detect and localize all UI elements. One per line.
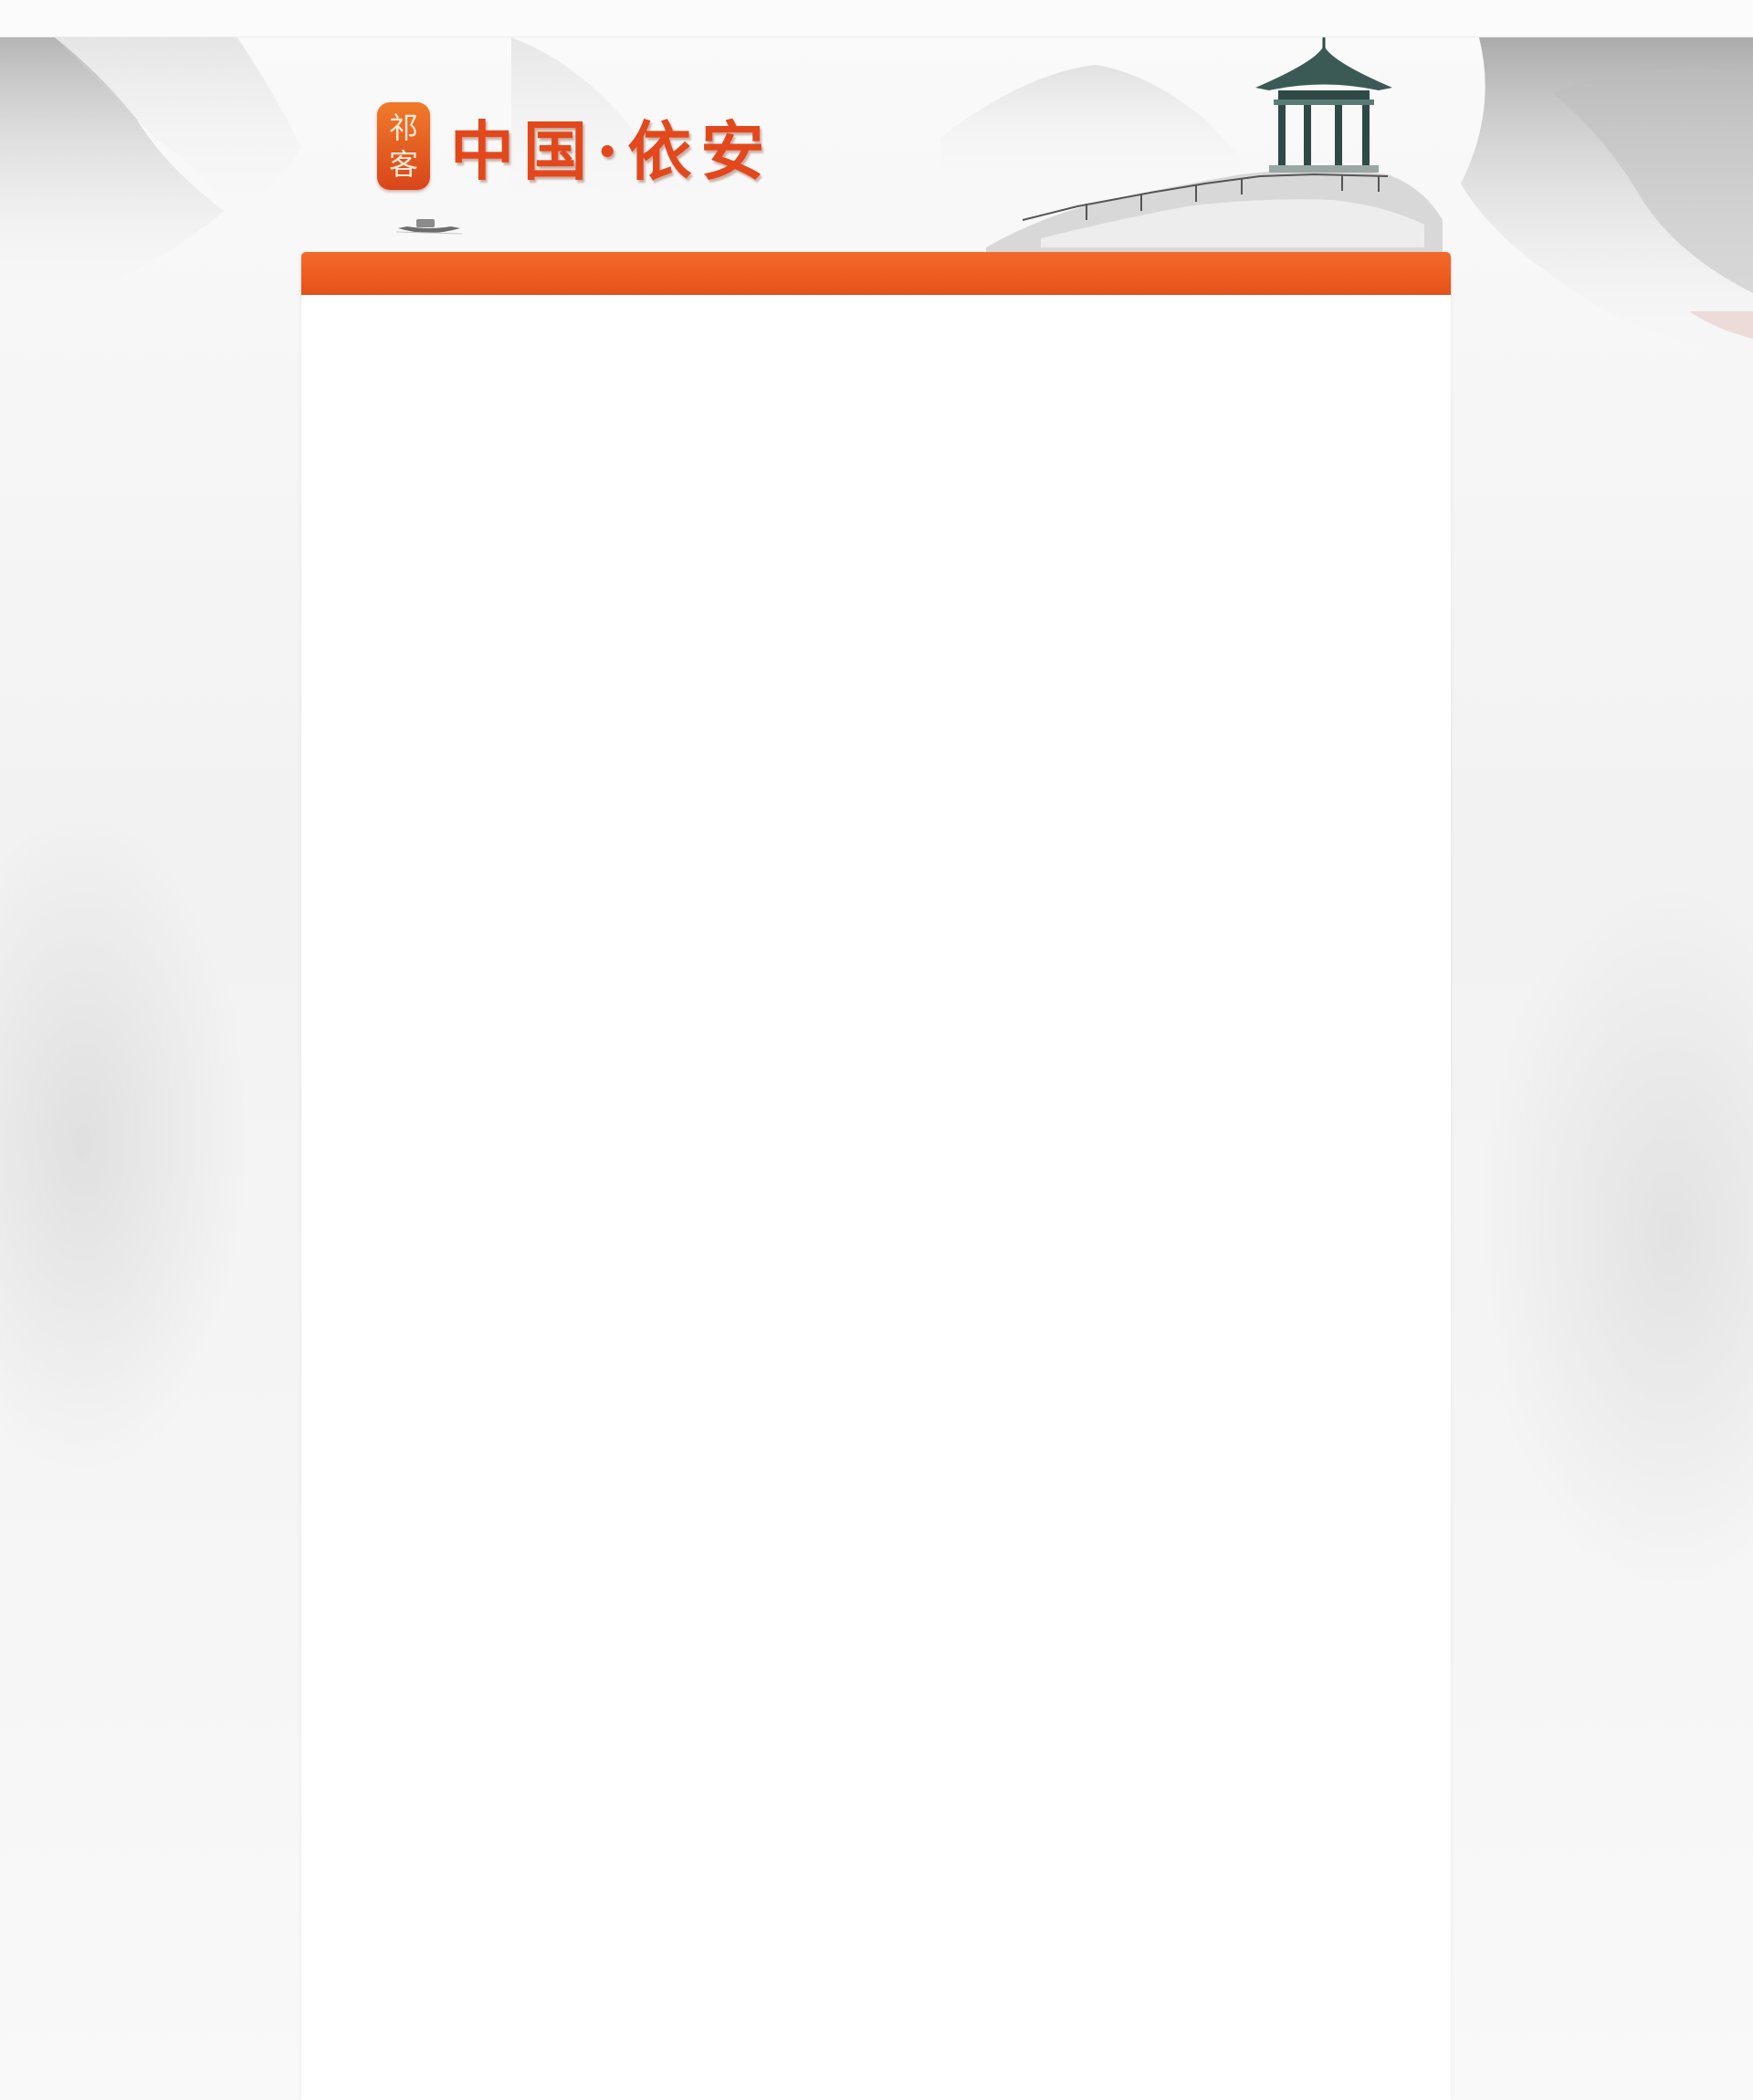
- logo-seal: 祁 客: [377, 102, 430, 190]
- pavilion-icon: [1255, 37, 1392, 173]
- site-logo[interactable]: 祁 客 中国·依安: [377, 100, 773, 192]
- logo-seal-top: 祁: [388, 110, 418, 145]
- main-nav-bar: [301, 252, 1451, 295]
- logo-seal-bottom: 客: [388, 147, 418, 182]
- boat-icon: [395, 215, 463, 239]
- logo-title: 中国·依安: [450, 112, 774, 189]
- top-strip: [0, 0, 1753, 37]
- main-content-panel: [301, 295, 1451, 2100]
